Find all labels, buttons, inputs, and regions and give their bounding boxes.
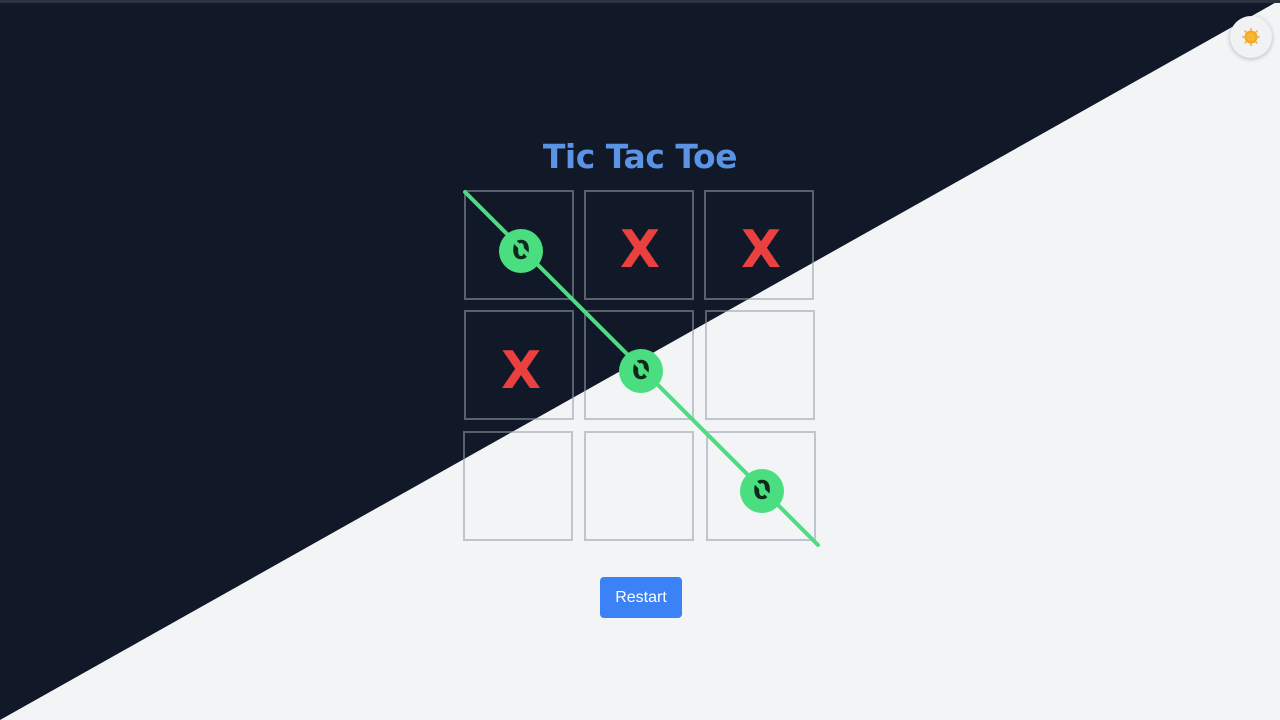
- top-border: [0, 0, 1280, 3]
- restart-button[interactable]: Restart: [600, 577, 682, 618]
- x-mark-r2c1: X: [500, 341, 542, 401]
- x-mark-r1c2: X: [619, 220, 661, 280]
- o-mark-r1c1: 0: [499, 229, 543, 273]
- sun-icon: [1242, 28, 1260, 46]
- page-title: Tic Tac Toe: [542, 137, 738, 176]
- game-screen: Tic Tac Toe 0 X X X 0 0 Restart: [0, 0, 1280, 720]
- o-mark-r2c2: 0: [619, 349, 663, 393]
- board-cell-r3c2[interactable]: [584, 431, 694, 541]
- board-cell-r2c3[interactable]: [705, 310, 815, 420]
- board-cell-r3c1[interactable]: [463, 431, 573, 541]
- theme-toggle-button[interactable]: [1230, 16, 1272, 58]
- o-mark-r3c3: 0: [740, 469, 784, 513]
- x-mark-r1c3: X: [740, 220, 782, 280]
